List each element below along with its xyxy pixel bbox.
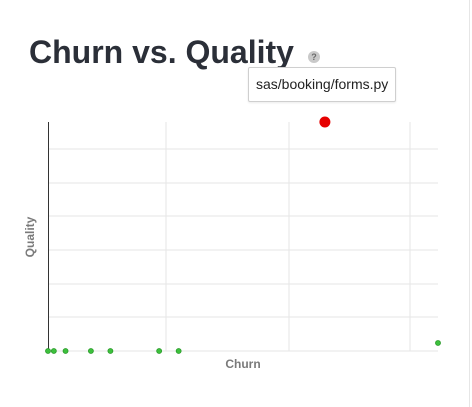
highlighted-point[interactable] bbox=[319, 116, 331, 128]
scatter-chart: Churn Quality bbox=[23, 116, 441, 371]
scatter-point[interactable] bbox=[45, 348, 51, 354]
scatter-point[interactable] bbox=[62, 348, 69, 354]
scatter-point[interactable] bbox=[435, 340, 441, 346]
scatter-point[interactable] bbox=[156, 348, 163, 354]
scatter-point[interactable] bbox=[107, 348, 114, 354]
x-axis-label: Churn bbox=[225, 357, 260, 371]
y-axis-label: Quality bbox=[23, 216, 37, 257]
scatter-point[interactable] bbox=[175, 348, 182, 354]
point-tooltip: sas/booking/forms.py bbox=[248, 67, 397, 102]
scatter-point[interactable] bbox=[50, 348, 57, 354]
scatter-point[interactable] bbox=[88, 348, 94, 354]
